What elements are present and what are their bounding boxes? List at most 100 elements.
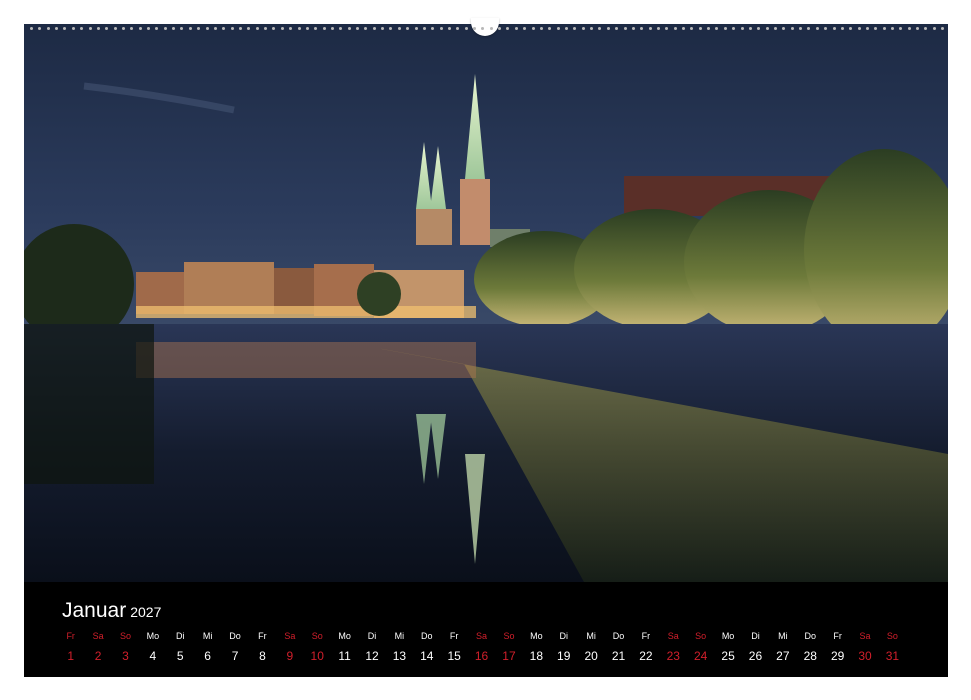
day-cell: Fr 22 [632,630,659,664]
binding-hole [590,26,594,30]
binding-hole [832,26,836,30]
binding-hole [916,26,920,30]
binding-hole [665,26,669,30]
binding-hole [723,26,727,30]
weekday-label: Mi [394,631,405,641]
binding-hole [138,26,142,30]
binding-hole [364,26,368,30]
binding-hole [372,26,376,30]
binding-hole [264,26,268,30]
binding-hole [891,26,895,30]
day-cell: Sa 30 [851,630,878,664]
binding-hole [514,26,518,30]
day-row: Fr 1 Sa 2 So 3 Mo 4 Di 5 Mi 6 Do 7 Fr 8 Sa 9 So 10 Mo 11 Di 12 M… [57,630,933,664]
day-number: 5 [176,649,184,663]
day-cell: Mo 25 [714,630,741,664]
old-town-buildings [136,262,476,318]
binding-hole [314,26,318,30]
binding-hole [238,26,242,30]
binding-hole [615,26,619,30]
day-number: 24 [694,649,708,663]
day-cell: Mi 20 [577,630,604,664]
binding-hole [222,26,226,30]
weekday-label: Di [176,631,185,641]
weekday-label: Sa [284,631,296,641]
weekday-label: Di [559,631,568,641]
weekday-label: Fr [258,631,267,641]
weekday-label: Fr [641,631,651,641]
day-cell: Sa 2 [84,630,111,664]
binding-hole [598,26,602,30]
binding-hole [581,26,585,30]
day-cell: Mi 13 [386,630,413,664]
weekday-label: Fr [66,631,75,641]
day-cell: Fr 15 [440,630,467,664]
binding-hole [907,26,911,30]
binding-hole [88,26,92,30]
binding-hole [707,26,711,30]
day-number: 13 [392,649,407,663]
binding-hole [473,26,477,30]
binding-hole [849,26,853,30]
weekday-label: Mo [721,631,735,641]
day-cell: Sa 9 [276,630,303,664]
day-number: 11 [338,649,351,663]
binding-hole [865,26,869,30]
day-cell: Do 21 [605,630,632,664]
binding-hole [439,26,443,30]
weekday-label: Sa [92,631,104,641]
binding-hole [255,26,259,30]
weekday-label: Mo [146,631,160,641]
day-cell: So 17 [495,630,522,664]
binding-hole [213,26,217,30]
binding-hole [330,26,334,30]
weekday-label: Sa [476,631,488,641]
binding-hole [155,26,159,30]
binding-hole [782,26,786,30]
binding-hole [857,26,861,30]
binding-hole [506,26,510,30]
day-number: 8 [259,649,266,663]
day-cell: Mo 11 [331,630,358,664]
binding-hole [690,26,694,30]
weekday-label: Fr [833,631,842,641]
weekday-label: Mi [778,631,788,641]
binding-hole [539,26,543,30]
left-tree-reflection [24,324,154,484]
binding-hole [740,26,744,30]
binding-hole [698,26,702,30]
binding-hole [606,26,610,30]
binding-hole [247,26,251,30]
binding-hole [71,26,75,30]
day-cell: Mo 4 [139,630,166,664]
binding-hole [272,26,276,30]
binding-hole [289,26,293,30]
binding-hole [464,26,468,30]
binding-hole [55,26,59,30]
weekday-label: Do [804,631,816,641]
binding-hole [656,26,660,30]
binding-hole [230,26,234,30]
day-cell: Di 26 [742,630,769,664]
binding-hole [447,26,451,30]
day-cell: Di 5 [167,630,194,664]
binding-hole [121,26,125,30]
binding-hole [30,26,33,30]
day-number: 9 [286,649,294,663]
day-cell: Fr 29 [824,630,851,664]
binding-hole [640,26,644,30]
day-number: 4 [149,649,157,663]
binding-hole [431,26,435,30]
binding-hole [815,26,819,30]
binding-hole [481,26,485,30]
binding-hole [757,26,761,30]
day-cell: Fr 1 [57,630,84,664]
day-cell: Di 19 [550,630,577,664]
binding-hole [38,26,42,30]
day-number: 27 [776,649,790,663]
binding-hole [80,26,84,30]
binding-hole [322,26,326,30]
weekday-label: Di [751,631,760,641]
binding-hole [573,26,577,30]
binding-hole [389,26,393,30]
